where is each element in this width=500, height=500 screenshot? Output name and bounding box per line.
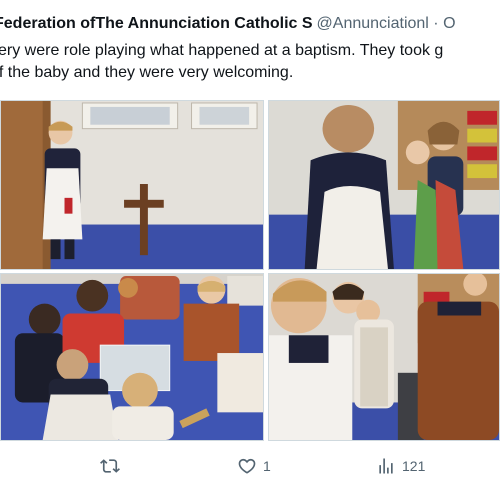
views-count: 121 [402, 458, 426, 474]
photo-3[interactable] [0, 273, 264, 441]
photo-2[interactable] [268, 100, 500, 270]
author-name[interactable]: Federation ofThe Annunciation Catholic S [0, 15, 313, 32]
media-grid [0, 100, 500, 441]
like-button[interactable]: 1 [237, 456, 271, 476]
heart-icon [238, 458, 256, 474]
tweet-header: Federation ofThe Annunciation Catholic S… [0, 0, 500, 90]
tweet-text-line-1: sery were role playing what happened at … [0, 42, 444, 59]
analytics-icon [379, 458, 393, 474]
tweet-actions: 1 121 [0, 444, 500, 500]
views-button[interactable]: 121 [376, 456, 425, 476]
like-count: 1 [263, 458, 271, 474]
tweet-text-line-2: of the baby and they were very welcoming… [0, 64, 294, 81]
photo-4[interactable] [268, 273, 500, 441]
tweet-text: sery were role playing what happened at … [0, 40, 500, 84]
author-handle[interactable]: @Annunciationl · O [317, 15, 456, 32]
retweet-button[interactable] [100, 456, 120, 476]
photo-1[interactable] [0, 100, 264, 270]
author-line: Federation ofThe Annunciation Catholic S… [0, 14, 456, 34]
retweet-icon [100, 459, 120, 473]
